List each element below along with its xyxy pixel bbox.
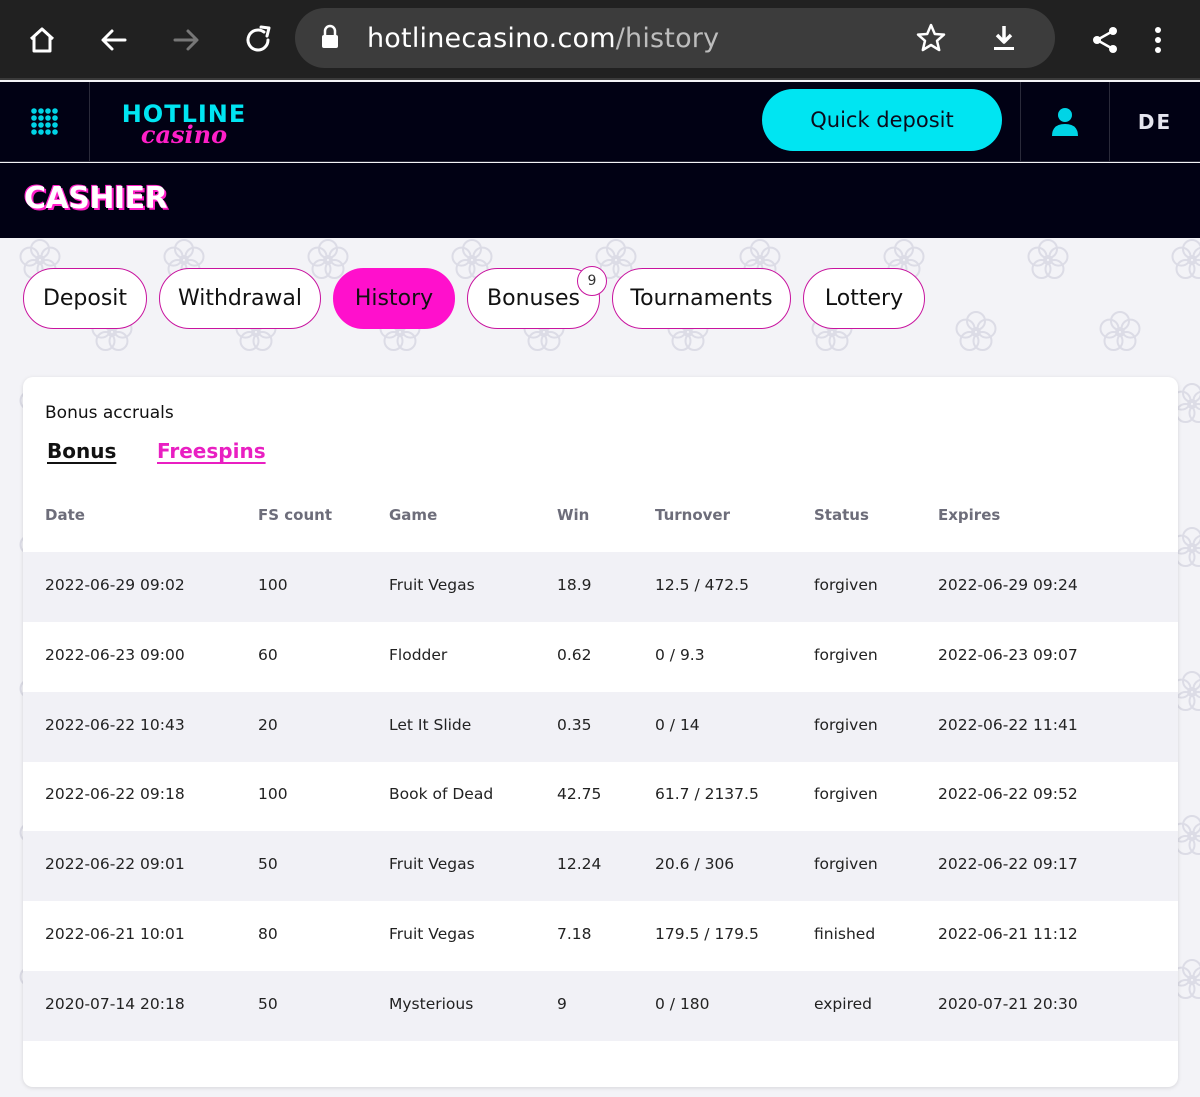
table-row: 2020-07-14 20:18 50 Mysterious 9 0 / 180 expi… <box>23 970 1178 1041</box>
cell-fs-count: 80 <box>258 925 278 943</box>
home-icon[interactable] <box>22 20 62 60</box>
cell-fs-count: 50 <box>258 994 278 1013</box>
cell-game: Fruit Vegas <box>389 855 475 874</box>
reload-icon[interactable] <box>238 20 278 60</box>
table-row: 2022-06-22 10:43 20 Let It Slide 0.35 0 / 14… <box>23 691 1178 762</box>
cell-date: 2022-06-21 10:01 <box>45 925 185 943</box>
cell-status: forgiven <box>814 785 878 804</box>
back-arrow-icon[interactable] <box>94 20 134 60</box>
cell-turnover: 20.6 / 306 <box>655 855 735 874</box>
column-header-expires: Expires <box>938 506 1001 524</box>
cell-game: Flodder <box>389 645 448 664</box>
subtab-bonus[interactable]: Bonus <box>47 439 116 463</box>
cell-fs-count: 100 <box>258 785 288 804</box>
cell-turnover: 0 / 14 <box>655 715 700 734</box>
cell-turnover: 0 / 180 <box>655 994 710 1013</box>
svg-text:casino: casino <box>141 120 227 149</box>
cell-game: Fruit Vegas <box>389 576 475 594</box>
cell-date: 2022-06-22 10:43 <box>45 715 185 734</box>
address-bar[interactable]: hotlinecasino.com/history <box>295 8 1055 68</box>
table-row: 2022-06-29 09:02 100 Fruit Vegas 18.9 12.5 /… <box>23 552 1178 622</box>
cell-fs-count: 50 <box>258 855 278 874</box>
cell-fs-count: 60 <box>258 645 278 664</box>
more-vert-icon[interactable] <box>1138 20 1178 60</box>
tab-deposit[interactable]: Deposit <box>23 268 147 329</box>
user-account-button[interactable] <box>1020 82 1110 162</box>
cell-status: forgiven <box>814 715 878 734</box>
cell-game: Fruit Vegas <box>389 925 475 943</box>
cell-date: 2022-06-29 09:02 <box>45 576 185 594</box>
download-icon[interactable] <box>988 22 1020 59</box>
cell-date: 2022-06-23 09:00 <box>45 645 185 664</box>
url-host: hotlinecasino.com <box>367 23 616 54</box>
cell-win: 9 <box>557 994 567 1013</box>
quick-deposit-button[interactable]: Quick deposit <box>762 89 1002 151</box>
cell-status: forgiven <box>814 855 878 874</box>
column-header-fs-count: FS count <box>258 506 332 524</box>
tab-lottery[interactable]: Lottery <box>803 268 925 329</box>
column-header-turnover: Turnover <box>655 506 730 524</box>
tab-withdrawal[interactable]: Withdrawal <box>159 268 321 329</box>
forward-arrow-icon[interactable] <box>166 20 206 60</box>
table-row: 2022-06-22 09:01 50 Fruit Vegas 12.24 20.6 /… <box>23 831 1178 902</box>
cell-game: Let It Slide <box>389 715 472 734</box>
bonus-accruals-card: Bonus accruals Bonus Freespins Date FS c… <box>23 377 1178 1087</box>
cell-turnover: 0 / 9.3 <box>655 645 705 664</box>
cell-turnover: 179.5 / 179.5 <box>655 925 759 943</box>
menu-grid-button[interactable] <box>0 82 90 162</box>
cell-turnover: 12.5 / 472.5 <box>655 576 749 594</box>
column-header-date: Date <box>45 506 85 524</box>
lock-icon <box>319 24 341 55</box>
cell-turnover: 61.7 / 2137.5 <box>655 785 759 804</box>
section-title: Bonus accruals <box>45 403 174 423</box>
column-header-game: Game <box>389 506 438 524</box>
cell-game: Mysterious <box>389 994 474 1013</box>
cell-fs-count: 100 <box>258 576 288 594</box>
cell-status: finished <box>814 925 876 943</box>
cell-game: Book of Dead <box>389 785 494 804</box>
cell-expires: 2022-06-22 11:41 <box>938 715 1078 734</box>
column-header-win: Win <box>557 506 590 524</box>
bonuses-count-badge: 9 <box>577 266 607 296</box>
tab-tournaments[interactable]: Tournaments <box>612 268 791 329</box>
cell-win: 12.24 <box>557 855 602 874</box>
url-path: /history <box>615 23 720 54</box>
column-header-status: Status <box>814 506 869 524</box>
cell-win: 7.18 <box>557 925 592 943</box>
cell-status: forgiven <box>814 645 878 664</box>
hotline-casino-logo[interactable]: HOTLINE casino <box>112 96 257 152</box>
language-selector[interactable]: DE <box>1110 82 1200 162</box>
cell-expires: 2022-06-22 09:52 <box>938 785 1078 804</box>
cell-win: 18.9 <box>557 576 592 594</box>
cell-expires: 2022-06-21 11:12 <box>938 925 1078 943</box>
table-row: 2022-06-23 09:00 60 Flodder 0.62 0 / 9.3 forg… <box>23 622 1178 692</box>
table-row: 2022-06-22 09:18 100 Book of Dead 42.75 61.7… <box>23 761 1178 831</box>
cell-status: forgiven <box>814 576 878 594</box>
user-icon <box>1052 108 1078 136</box>
page-title: CASHIER <box>24 181 168 216</box>
cell-date: 2020-07-14 20:18 <box>45 994 185 1013</box>
cell-date: 2022-06-22 09:01 <box>45 855 185 874</box>
grid-dots-icon <box>30 108 58 135</box>
subtab-freespins[interactable]: Freespins <box>157 439 266 463</box>
cell-win: 0.35 <box>557 715 592 734</box>
share-icon[interactable] <box>1085 20 1125 60</box>
browser-toolbar: hotlinecasino.com/history <box>0 0 1200 80</box>
cell-fs-count: 20 <box>258 715 278 734</box>
bookmark-star-icon[interactable] <box>915 22 947 59</box>
cell-expires: 2022-06-29 09:24 <box>938 576 1078 594</box>
site-header: HOTLINE casino Quick deposit DE <box>0 82 1200 162</box>
cell-win: 0.62 <box>557 645 592 664</box>
cell-expires: 2020-07-21 20:30 <box>938 994 1078 1013</box>
cell-expires: 2022-06-22 09:17 <box>938 855 1078 874</box>
cashier-header: CASHIER <box>0 163 1200 238</box>
cell-expires: 2022-06-23 09:07 <box>938 645 1078 664</box>
cell-status: expired <box>814 994 872 1013</box>
url-text: hotlinecasino.com/history <box>367 23 719 54</box>
cell-date: 2022-06-22 09:18 <box>45 785 185 804</box>
tab-history[interactable]: History <box>333 268 455 329</box>
table-row: 2022-06-21 10:01 80 Fruit Vegas 7.18 179.5 /… <box>23 901 1178 971</box>
cell-win: 42.75 <box>557 785 602 804</box>
